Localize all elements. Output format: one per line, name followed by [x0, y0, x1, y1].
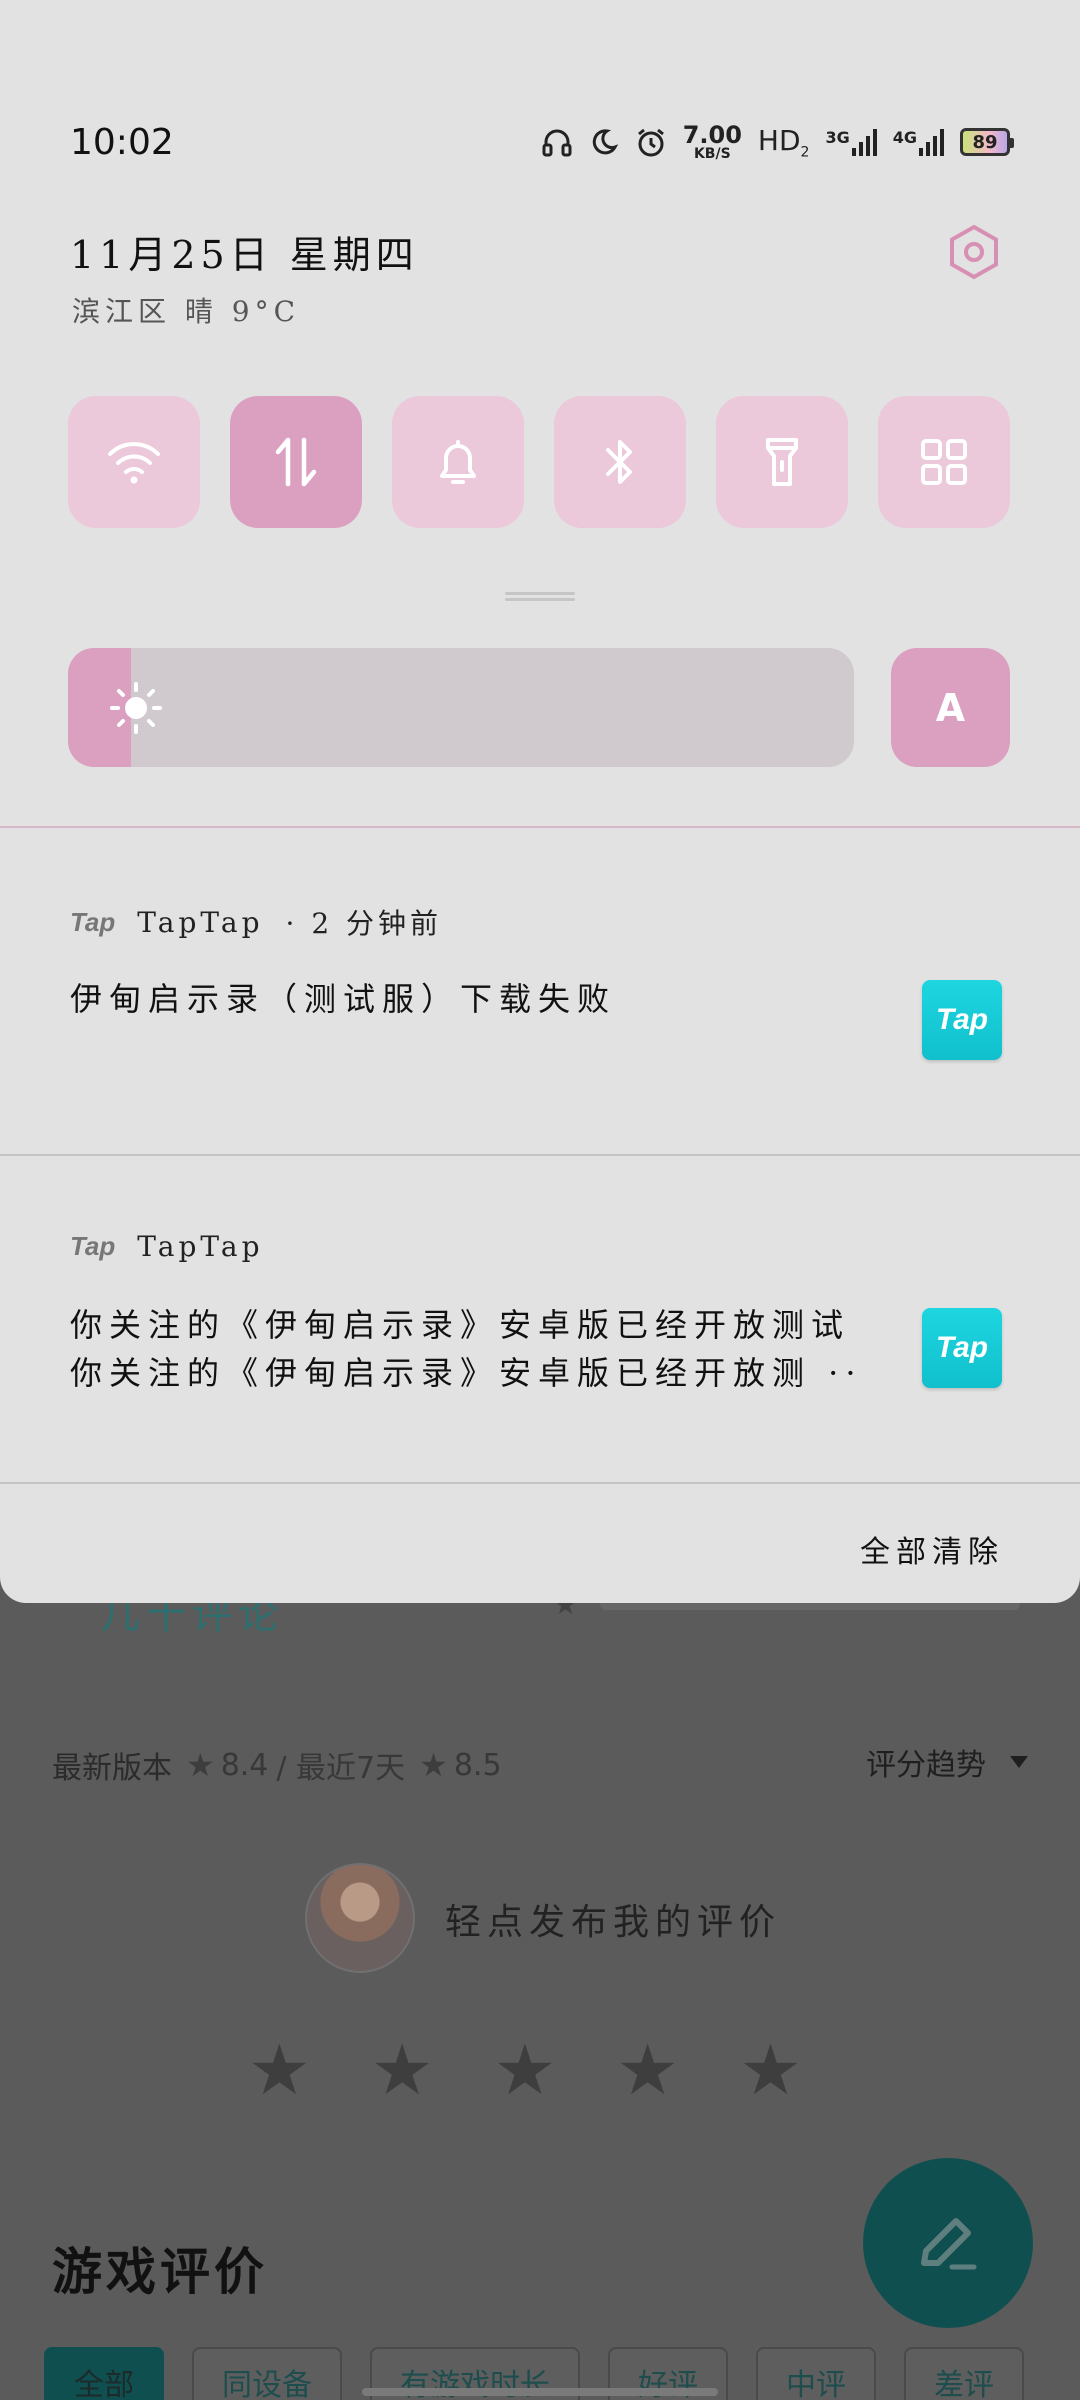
clock: 10:02 — [70, 121, 174, 163]
star-icon: ★ — [186, 1746, 215, 1784]
sim1-signal: 3G — [825, 128, 877, 156]
rating-trend-button[interactable]: 评分趋势 — [866, 1740, 1028, 1784]
pen-icon — [921, 2218, 977, 2270]
net-speed-value: 7.00 — [682, 121, 742, 149]
rate-star-icon[interactable]: ★ — [494, 2035, 557, 2105]
signal-bars-icon — [919, 128, 944, 156]
notification-card[interactable]: Tap TapTap · 2 分钟前 伊甸启示录（测试服）下载失败 Tap — [0, 828, 1080, 1154]
star-icon: ★ — [419, 1746, 448, 1784]
grid-icon — [921, 439, 967, 485]
brightness-slider[interactable] — [68, 648, 854, 767]
sim2-label: 4G — [892, 128, 917, 147]
recent-rating: 8.5 — [453, 1747, 502, 1783]
app-name: TapTap — [137, 905, 264, 939]
status-icons: 7.00 KB/S HD2 3G 4G 89 — [541, 123, 1014, 161]
clear-all-button[interactable]: 全部清除 — [860, 1527, 1004, 1571]
sim2-signal: 4G — [893, 128, 944, 156]
notification-header: Tap TapTap — [70, 1230, 264, 1263]
filter-chip-neutral[interactable]: 中评 — [756, 2347, 876, 2400]
rate-star-icon[interactable]: ★ — [616, 2035, 679, 2105]
version-rating-row: 最新版本 ★ 8.4 / 最近7天 ★ 8.5 评分趋势 — [52, 1740, 1028, 1790]
filter-chip-all[interactable]: 全部 — [44, 2347, 164, 2400]
app-logo: Tap — [70, 1231, 116, 1261]
sim1-label: 3G — [825, 128, 850, 147]
notification-text: 伊甸启示录（测试服）下载失败 — [70, 980, 617, 1018]
weather-label: 滨江区 晴 9°C — [72, 295, 301, 328]
filter-chip-same-device[interactable]: 同设备 — [192, 2347, 342, 2400]
settings-icon — [950, 224, 998, 280]
notification-header: Tap TapTap · 2 分钟前 — [70, 902, 442, 942]
data-arrows-icon — [275, 437, 317, 487]
flashlight-icon — [766, 438, 798, 486]
status-bar: 10:02 7.00 KB/S HD2 3G 4G 89 — [70, 112, 1014, 172]
post-review-prompt[interactable]: 轻点发布我的评价 — [445, 1893, 781, 1945]
bell-icon — [440, 440, 476, 484]
alarm-icon — [637, 128, 664, 157]
write-review-button[interactable] — [863, 2158, 1033, 2328]
tile-more[interactable] — [878, 396, 1010, 528]
filter-chip-negative[interactable]: 差评 — [904, 2347, 1024, 2400]
rate-star-icon[interactable]: ★ — [248, 2035, 311, 2105]
hd-label: HD — [757, 123, 801, 157]
notification-shade: 10:02 7.00 KB/S HD2 3G 4G 89 11月25日 星期四 … — [0, 0, 1080, 1603]
notification-text-line1: 你关注的《伊甸启示录》安卓版已经开放测试 — [70, 1306, 851, 1344]
app-name: TapTap — [137, 1230, 264, 1263]
net-speed-unit: KB/S — [693, 146, 731, 162]
date-label: 11月25日 星期四 — [70, 233, 419, 277]
hd-sub: 2 — [800, 144, 810, 161]
battery-level: 89 — [972, 131, 998, 153]
hd-indicator: HD2 — [758, 124, 810, 161]
sun-icon — [110, 682, 162, 734]
recent-label: / 最近7天 — [276, 1751, 406, 1786]
drag-handle[interactable] — [505, 592, 575, 595]
quick-settings-tiles — [68, 396, 1010, 528]
rate-star-icon[interactable]: ★ — [739, 2035, 802, 2105]
version-rating: 8.4 — [220, 1747, 269, 1783]
auto-brightness-button[interactable]: A — [891, 648, 1010, 767]
tile-bluetooth[interactable] — [554, 396, 686, 528]
notification-time: · 2 分钟前 — [285, 907, 443, 940]
signal-bars-icon — [851, 128, 877, 156]
tile-wifi[interactable] — [68, 396, 200, 528]
notification-card[interactable]: Tap TapTap 你关注的《伊甸启示录》安卓版已经开放测试 你关注的《伊甸启… — [0, 1156, 1080, 1482]
app-logo: Tap — [70, 906, 116, 937]
avatar[interactable] — [305, 1863, 415, 1973]
trend-label: 评分趋势 — [866, 1748, 986, 1783]
headphones-icon — [542, 129, 572, 157]
caret-down-icon — [1010, 1756, 1028, 1768]
app-icon: Tap — [922, 1308, 1002, 1388]
app-icon: Tap — [922, 980, 1002, 1060]
battery-icon: 89 — [960, 128, 1014, 156]
rating-star-row: ★ ★ ★ ★ ★ — [248, 2035, 802, 2105]
wifi-icon — [108, 442, 160, 484]
gesture-nav-bar[interactable] — [362, 2388, 718, 2396]
version-label: 最新版本 — [52, 1751, 172, 1786]
rate-star-icon[interactable]: ★ — [371, 2035, 434, 2105]
tile-flashlight[interactable] — [716, 396, 848, 528]
divider — [0, 1482, 1080, 1484]
network-speed: 7.00 KB/S — [683, 123, 742, 161]
settings-button[interactable] — [948, 224, 1000, 280]
section-title: 游戏评价 — [52, 2243, 268, 2301]
bluetooth-icon — [606, 440, 632, 484]
notification-text-line2: 你关注的《伊甸启示录》安卓版已经开放测 ·· — [70, 1354, 863, 1392]
tile-mobile-data[interactable] — [230, 396, 362, 528]
moon-icon — [592, 129, 618, 155]
tile-sound[interactable] — [392, 396, 524, 528]
